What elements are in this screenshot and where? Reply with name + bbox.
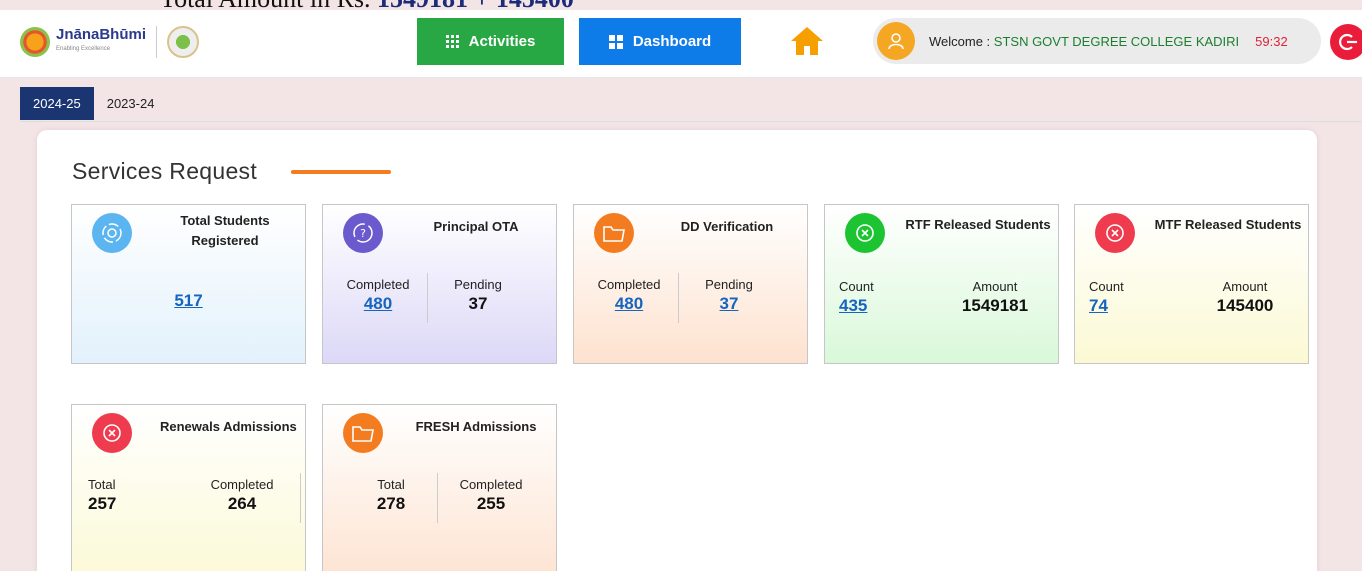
user-avatar-icon[interactable] bbox=[877, 22, 915, 60]
close-circle-icon bbox=[1095, 213, 1135, 253]
dd-completed-link[interactable]: 480 bbox=[615, 294, 643, 313]
dashboard-label: Dashboard bbox=[632, 33, 712, 50]
top-header: JnānaBhūmi Enabling Excellence Activitie… bbox=[0, 10, 1362, 78]
count-label: Count bbox=[839, 279, 874, 294]
card-dd-verification: DD Verification Completed 480 Pending 37 bbox=[573, 204, 808, 364]
logo-divider bbox=[156, 26, 158, 58]
dd-pending-link[interactable]: 37 bbox=[720, 294, 739, 313]
count-label: Count bbox=[1089, 279, 1124, 294]
logo-text: JnānaBhūmi bbox=[56, 26, 147, 43]
close-circle-icon bbox=[845, 213, 885, 253]
dashboard-icon bbox=[608, 34, 623, 49]
college-name: STSN GOVT DEGREE COLLEGE KADIRI bbox=[993, 33, 1240, 49]
column-divider bbox=[678, 273, 679, 323]
column-divider bbox=[427, 273, 428, 323]
pending-label: Pending bbox=[705, 277, 753, 292]
grid-icon bbox=[445, 35, 459, 48]
card-title: Renewals Admissions bbox=[160, 419, 297, 434]
amount-banner: Total Amount in Rs. 1549181 + 145400 bbox=[160, 0, 574, 12]
session-timer: 59:32 bbox=[1255, 33, 1288, 49]
card-title: Principal OTA bbox=[433, 219, 519, 234]
card-principal-ota: ? Principal OTA Completed 480 Pending 37 bbox=[322, 204, 557, 364]
total-students-link[interactable]: 517 bbox=[174, 291, 202, 310]
mtf-amount-value: 145400 bbox=[1216, 296, 1274, 315]
dashboard-button[interactable]: Dashboard bbox=[579, 18, 741, 65]
home-icon[interactable] bbox=[790, 26, 824, 56]
card-renewals-admissions: Renewals Admissions Total 257 Completed … bbox=[71, 404, 306, 571]
amount-label: Amount bbox=[972, 279, 1018, 294]
card-title: Total Students Registered bbox=[180, 213, 270, 248]
principal-pending-value: 37 bbox=[468, 294, 488, 313]
question-cycle-icon: ? bbox=[343, 213, 383, 253]
renewals-total-value: 257 bbox=[88, 494, 117, 513]
close-circle-icon bbox=[92, 413, 132, 453]
total-label: Total bbox=[377, 477, 405, 492]
fresh-total-value: 278 bbox=[376, 494, 406, 513]
card-total-students: Total Students Registered 517 bbox=[71, 204, 306, 364]
title-underline bbox=[291, 170, 391, 174]
svg-text:?: ? bbox=[360, 227, 366, 240]
column-divider bbox=[437, 473, 438, 523]
rtf-amount-value: 1549181 bbox=[961, 296, 1029, 315]
principal-completed-link[interactable]: 480 bbox=[364, 294, 392, 313]
completed-label: Completed bbox=[459, 477, 523, 492]
total-label: Total bbox=[88, 477, 116, 492]
tab-2023-24[interactable]: 2023-24 bbox=[94, 87, 168, 120]
logout-icon[interactable] bbox=[1330, 24, 1362, 60]
welcome-prefix: Welcome : bbox=[929, 33, 994, 49]
folder-icon bbox=[594, 213, 634, 253]
year-tabs: 2024-25 2023-24 bbox=[20, 87, 167, 120]
completed-label: Completed bbox=[210, 477, 274, 492]
state-emblem-icon bbox=[167, 26, 200, 58]
jnanabhumi-logo[interactable]: JnānaBhūmi Enabling Excellence bbox=[20, 24, 200, 60]
mtf-count-link[interactable]: 74 bbox=[1089, 296, 1108, 315]
settings-sync-icon bbox=[92, 213, 132, 253]
column-divider bbox=[300, 473, 301, 523]
welcome-text: Welcome : STSN GOVT DEGREE COLLEGE KADIR… bbox=[929, 34, 1239, 49]
card-title: RTF Released Students bbox=[905, 217, 1051, 232]
completed-label: Completed bbox=[597, 277, 661, 292]
card-title: MTF Released Students bbox=[1154, 217, 1302, 232]
pending-label: Pending bbox=[454, 277, 502, 292]
services-panel: Services Request Total Students Register… bbox=[37, 130, 1317, 571]
amount-label: Amount bbox=[1222, 279, 1268, 294]
card-title: FRESH Admissions bbox=[415, 419, 537, 434]
activities-button[interactable]: Activities bbox=[417, 18, 564, 65]
completed-label: Completed bbox=[346, 277, 410, 292]
fresh-completed-value: 255 bbox=[476, 494, 506, 513]
tabs-divider bbox=[20, 121, 1362, 122]
card-title: DD Verification bbox=[680, 219, 774, 234]
card-fresh-admissions: FRESH Admissions Total 278 Completed 255 bbox=[322, 404, 557, 571]
sun-logo-icon bbox=[20, 27, 50, 57]
folder-icon bbox=[343, 413, 383, 453]
activities-label: Activities bbox=[468, 33, 536, 50]
renewals-completed-value: 264 bbox=[227, 494, 257, 513]
rtf-count-link[interactable]: 435 bbox=[839, 296, 867, 315]
tab-2024-25[interactable]: 2024-25 bbox=[20, 87, 94, 120]
section-title: Services Request bbox=[72, 158, 258, 184]
logo-tagline: Enabling Excellence bbox=[56, 46, 111, 52]
card-rtf-released: RTF Released Students Count 435 Amount 1… bbox=[824, 204, 1059, 364]
welcome-pill: Welcome : STSN GOVT DEGREE COLLEGE KADIR… bbox=[873, 18, 1321, 64]
card-mtf-released: MTF Released Students Count 74 Amount 14… bbox=[1074, 204, 1309, 364]
